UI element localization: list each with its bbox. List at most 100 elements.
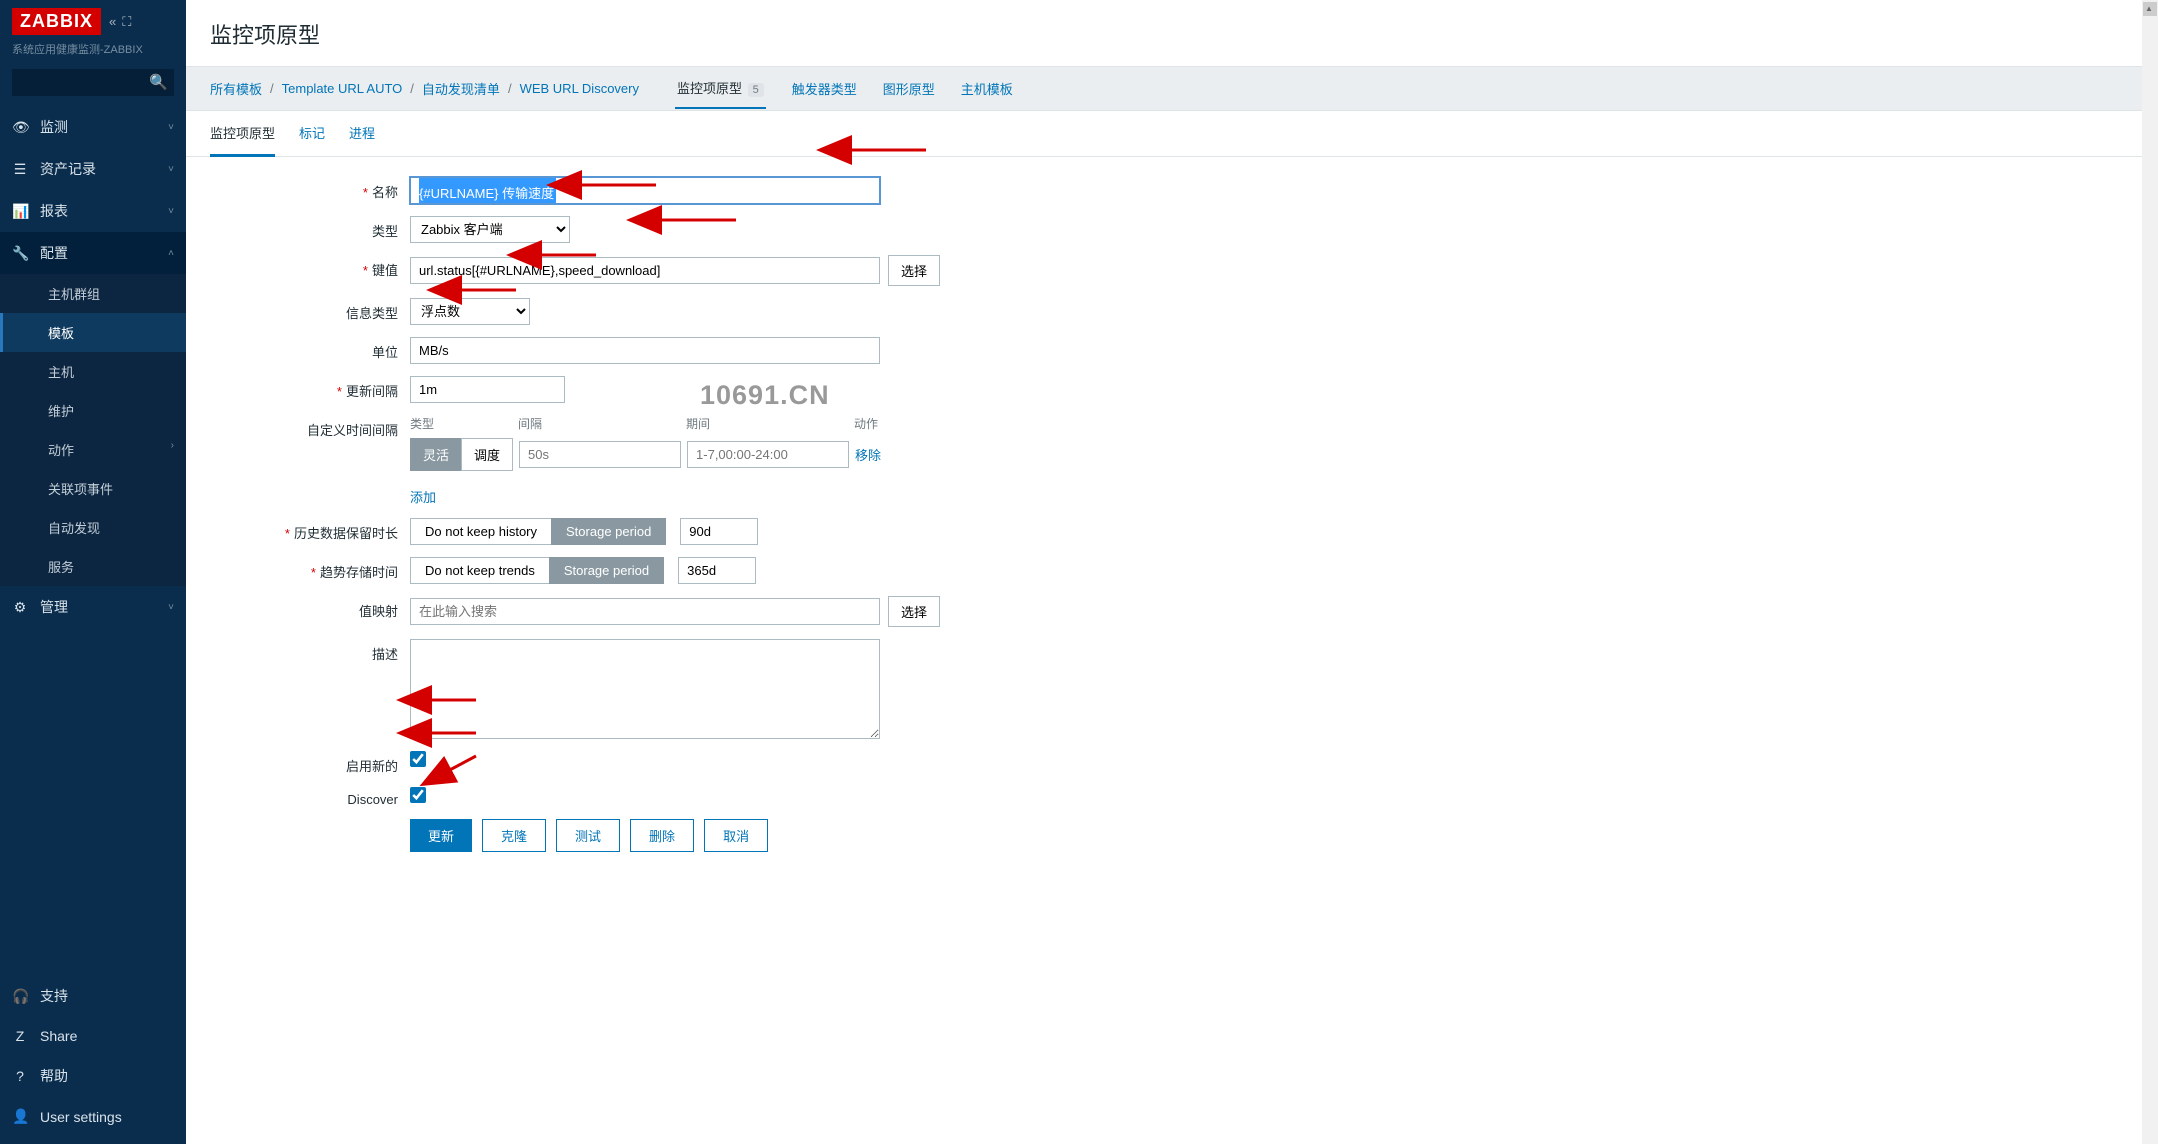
nav-label: 资产记录 [40, 159, 96, 179]
interval-delay-input[interactable] [519, 441, 681, 468]
label-units: 单位 [372, 345, 398, 360]
label-key: 键值 [372, 263, 398, 278]
headset-icon: 🎧 [12, 988, 28, 1005]
name-input[interactable] [410, 177, 880, 204]
nav: 👁 监测 ˅ ☰ 资产记录 ˅ 📊报表˅🔧配置˄主机群组模板主机维护动作›关联项事件自动发现… [0, 106, 186, 975]
clone-button[interactable]: 克隆 [482, 819, 546, 852]
nav-sub-维护[interactable]: 维护 [0, 391, 186, 430]
search-box: 🔍 [12, 69, 174, 96]
trends-nokeep-button[interactable]: Do not keep trends [410, 557, 549, 584]
valuemap-select-button[interactable]: 选择 [888, 596, 940, 627]
nav-bottom-User settings[interactable]: 👤User settings [0, 1097, 186, 1136]
main-content: 监控项原型 所有模板/Template URL AUTO/自动发现清单/WEB … [186, 0, 2158, 1144]
chevron-up-icon: ˄ [168, 248, 174, 259]
chart-icon: 📊 [12, 203, 28, 220]
discover-checkbox[interactable] [410, 787, 426, 803]
nav-bottom-帮助[interactable]: ?帮助 [0, 1055, 186, 1097]
chevron-down-icon: ˅ [168, 602, 174, 613]
search-icon[interactable]: 🔍 [149, 73, 168, 91]
eye-icon: 👁 [12, 119, 28, 136]
nav-sub-动作[interactable]: 动作› [0, 430, 186, 469]
label-enable: 启用新的 [346, 759, 398, 774]
interval-add-link[interactable]: 添加 [410, 487, 436, 506]
trends-value-input[interactable] [678, 557, 756, 584]
z-icon: Z [12, 1028, 28, 1044]
breadcrumb-tab-触发器类型[interactable]: 触发器类型 [792, 79, 857, 98]
nav-bottom-Share[interactable]: ZShare [0, 1017, 186, 1055]
logo[interactable]: ZABBIX [12, 8, 101, 35]
nav-item-配置[interactable]: 🔧配置˄ [0, 232, 186, 274]
intervals-header-period: 期间 [686, 415, 854, 432]
breadcrumb-tab-监控项原型[interactable]: 监控项原型 5 [675, 68, 766, 109]
interval-input[interactable] [410, 376, 565, 403]
label-valuemap: 值映射 [359, 604, 398, 619]
nav-bottom-支持[interactable]: 🎧支持 [0, 975, 186, 1017]
nav-sub-自动发现[interactable]: 自动发现 [0, 508, 186, 547]
nav-item-报表[interactable]: 📊报表˅ [0, 190, 186, 232]
type-select[interactable]: Zabbix 客户端 [410, 216, 570, 243]
scrollbar-up-icon[interactable] [2143, 2, 2157, 16]
description-textarea[interactable] [410, 639, 880, 739]
nav-sub-服务[interactable]: 服务 [0, 547, 186, 586]
history-storage-button[interactable]: Storage period [551, 518, 666, 545]
expand-icon[interactable]: ⛶ [122, 14, 131, 30]
units-input[interactable] [410, 337, 880, 364]
intervals-header-interval: 间隔 [518, 415, 686, 432]
interval-remove-link[interactable]: 移除 [855, 445, 881, 464]
tab-标记[interactable]: 标记 [299, 111, 325, 156]
breadcrumb-tab-主机模板[interactable]: 主机模板 [961, 79, 1013, 98]
breadcrumb-link[interactable]: Template URL AUTO [282, 81, 403, 96]
breadcrumb-link[interactable]: WEB URL Discovery [520, 81, 639, 96]
nav-sub-主机群组[interactable]: 主机群组 [0, 274, 186, 313]
breadcrumb-link[interactable]: 所有模板 [210, 79, 262, 98]
history-nokeep-button[interactable]: Do not keep history [410, 518, 551, 545]
gear-icon: ⚙ [12, 599, 28, 616]
label-trends: 趋势存储时间 [320, 565, 398, 580]
interval-type-scheduling-button[interactable]: 调度 [461, 438, 513, 471]
intervals-header-action: 动作 [854, 415, 904, 432]
infotype-select[interactable]: 浮点数 [410, 298, 530, 325]
tab-监控项原型[interactable]: 监控项原型 [210, 111, 275, 157]
chevron-down-icon: ˅ [168, 122, 174, 133]
key-input[interactable] [410, 257, 880, 284]
label-infotype: 信息类型 [346, 306, 398, 321]
breadcrumb-sep: / [270, 81, 274, 96]
valuemap-input[interactable] [410, 598, 880, 625]
nav-item-资产记录[interactable]: ☰资产记录˅ [0, 148, 186, 190]
nav-sub-模板[interactable]: 模板 [0, 313, 186, 352]
nav-label: 监测 [40, 117, 68, 137]
history-value-input[interactable] [680, 518, 758, 545]
test-button[interactable]: 测试 [556, 819, 620, 852]
nav-sub-关联项事件[interactable]: 关联项事件 [0, 469, 186, 508]
cancel-button[interactable]: 取消 [704, 819, 768, 852]
form-tabs: 监控项原型标记进程 [186, 111, 2158, 157]
update-button[interactable]: 更新 [410, 819, 472, 852]
nav-label: 管理 [40, 597, 68, 617]
scrollbar[interactable] [2142, 0, 2158, 1144]
enable-checkbox[interactable] [410, 751, 426, 767]
label-custom-intervals: 自定义时间间隔 [307, 423, 398, 438]
breadcrumb-sep: / [508, 81, 512, 96]
interval-type-flexible-button[interactable]: 灵活 [410, 438, 461, 471]
collapse-icon[interactable]: « [109, 14, 116, 30]
list-icon: ☰ [12, 161, 28, 178]
label-name: 名称 [372, 185, 398, 200]
label-type: 类型 [372, 224, 398, 239]
page-title: 监控项原型 [186, 0, 2158, 66]
nav-bottom: 🎧支持ZShare?帮助👤User settings [0, 975, 186, 1144]
interval-period-input[interactable] [687, 441, 849, 468]
nav-sub-主机[interactable]: 主机 [0, 352, 186, 391]
label-description: 描述 [372, 647, 398, 662]
label-interval: 更新间隔 [346, 384, 398, 399]
intervals-header-type: 类型 [410, 415, 518, 432]
nav-item-管理[interactable]: ⚙ 管理 ˅ [0, 586, 186, 628]
breadcrumb-tab-图形原型[interactable]: 图形原型 [883, 79, 935, 98]
logo-area: ZABBIX « ⛶ 系统应用健康监测-ZABBIX [0, 0, 186, 63]
label-history: 历史数据保留时长 [294, 526, 398, 541]
key-select-button[interactable]: 选择 [888, 255, 940, 286]
nav-item-监测[interactable]: 👁 监测 ˅ [0, 106, 186, 148]
tab-进程[interactable]: 进程 [349, 111, 375, 156]
trends-storage-button[interactable]: Storage period [549, 557, 664, 584]
breadcrumb-link[interactable]: 自动发现清单 [422, 79, 500, 98]
delete-button[interactable]: 删除 [630, 819, 694, 852]
